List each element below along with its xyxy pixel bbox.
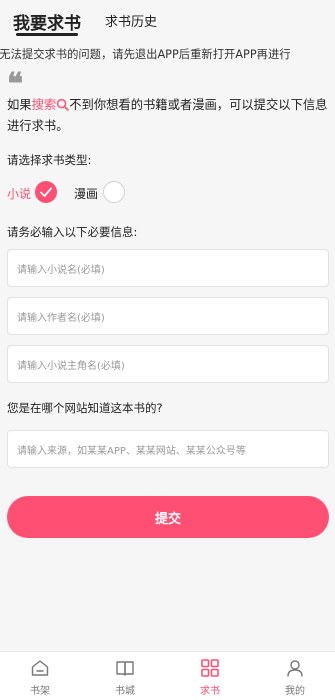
- nav-bookstore-label: 书城: [115, 686, 135, 697]
- intro-rest-line2: 进行求书。: [7, 119, 69, 133]
- novel-name-placeholder: 请输入小说名(必填): [17, 265, 105, 276]
- nav-bookshelf[interactable]: 书架: [10, 652, 70, 700]
- author-name-placeholder: 请输入作者名(必填): [17, 313, 105, 324]
- nav-bookstore[interactable]: 书城: [95, 652, 155, 700]
- protagonist-name-input[interactable]: 请输入小说主角名(必填): [7, 345, 329, 383]
- intro-prefix: 如果: [7, 98, 32, 112]
- option-comic-radio[interactable]: [103, 181, 125, 203]
- notice-marquee: 现无法提交求书的问题，请先退出APP后重新打开APP再进行: [0, 45, 335, 63]
- bottom-nav: 书架 书城 求书 我的: [0, 651, 335, 700]
- option-comic-label[interactable]: 漫画: [74, 185, 98, 202]
- bookshelf-icon: [31, 660, 49, 676]
- tab-request-history[interactable]: 求书历史: [105, 11, 157, 30]
- novel-name-input[interactable]: 请输入小说名(必填): [7, 249, 329, 287]
- notice-text: 现无法提交求书的问题，请先退出APP后重新打开APP再进行: [0, 48, 291, 61]
- protagonist-name-placeholder: 请输入小说主角名(必填): [17, 361, 125, 372]
- source-placeholder: 请输入来源，如某某APP、某某网站、某某公众号等: [17, 446, 246, 457]
- user-icon: [287, 660, 303, 677]
- nav-request-label: 求书: [200, 686, 220, 697]
- author-name-input[interactable]: 请输入作者名(必填): [7, 297, 329, 335]
- top-tab-bar: 我要求书 求书历史: [0, 0, 335, 40]
- intro-rest-line1: 不到你想看的书籍或者漫画，可以提交以下信息: [69, 98, 328, 112]
- nav-request[interactable]: 求书: [180, 652, 240, 700]
- active-tab-indicator: [16, 33, 78, 36]
- search-icon[interactable]: [56, 98, 69, 111]
- source-label: 您是在哪个网站知道这本书的?: [7, 401, 163, 415]
- nav-bookshelf-label: 书架: [30, 686, 50, 697]
- nav-profile[interactable]: 我的: [265, 652, 325, 700]
- search-link[interactable]: 搜索: [32, 98, 70, 112]
- type-label: 请选择求书类型:: [7, 153, 92, 167]
- source-input[interactable]: 请输入来源，如某某APP、某某网站、某某公众号等: [7, 430, 329, 468]
- grid-icon: [201, 659, 219, 677]
- tab-request-book[interactable]: 我要求书: [13, 9, 81, 34]
- submit-button[interactable]: 提交: [7, 496, 329, 538]
- nav-profile-label: 我的: [285, 686, 305, 697]
- intro-text: 如果搜索 不到你想看的书籍或者漫画，可以提交以下信息 进行求书。: [7, 95, 329, 137]
- option-novel-radio[interactable]: [35, 181, 57, 203]
- check-icon: [40, 187, 52, 197]
- book-icon: [116, 661, 134, 676]
- option-novel-label[interactable]: 小说: [7, 185, 31, 202]
- search-link-label[interactable]: 搜索: [32, 98, 57, 112]
- required-label: 请务必输入以下必要信息:: [7, 225, 138, 239]
